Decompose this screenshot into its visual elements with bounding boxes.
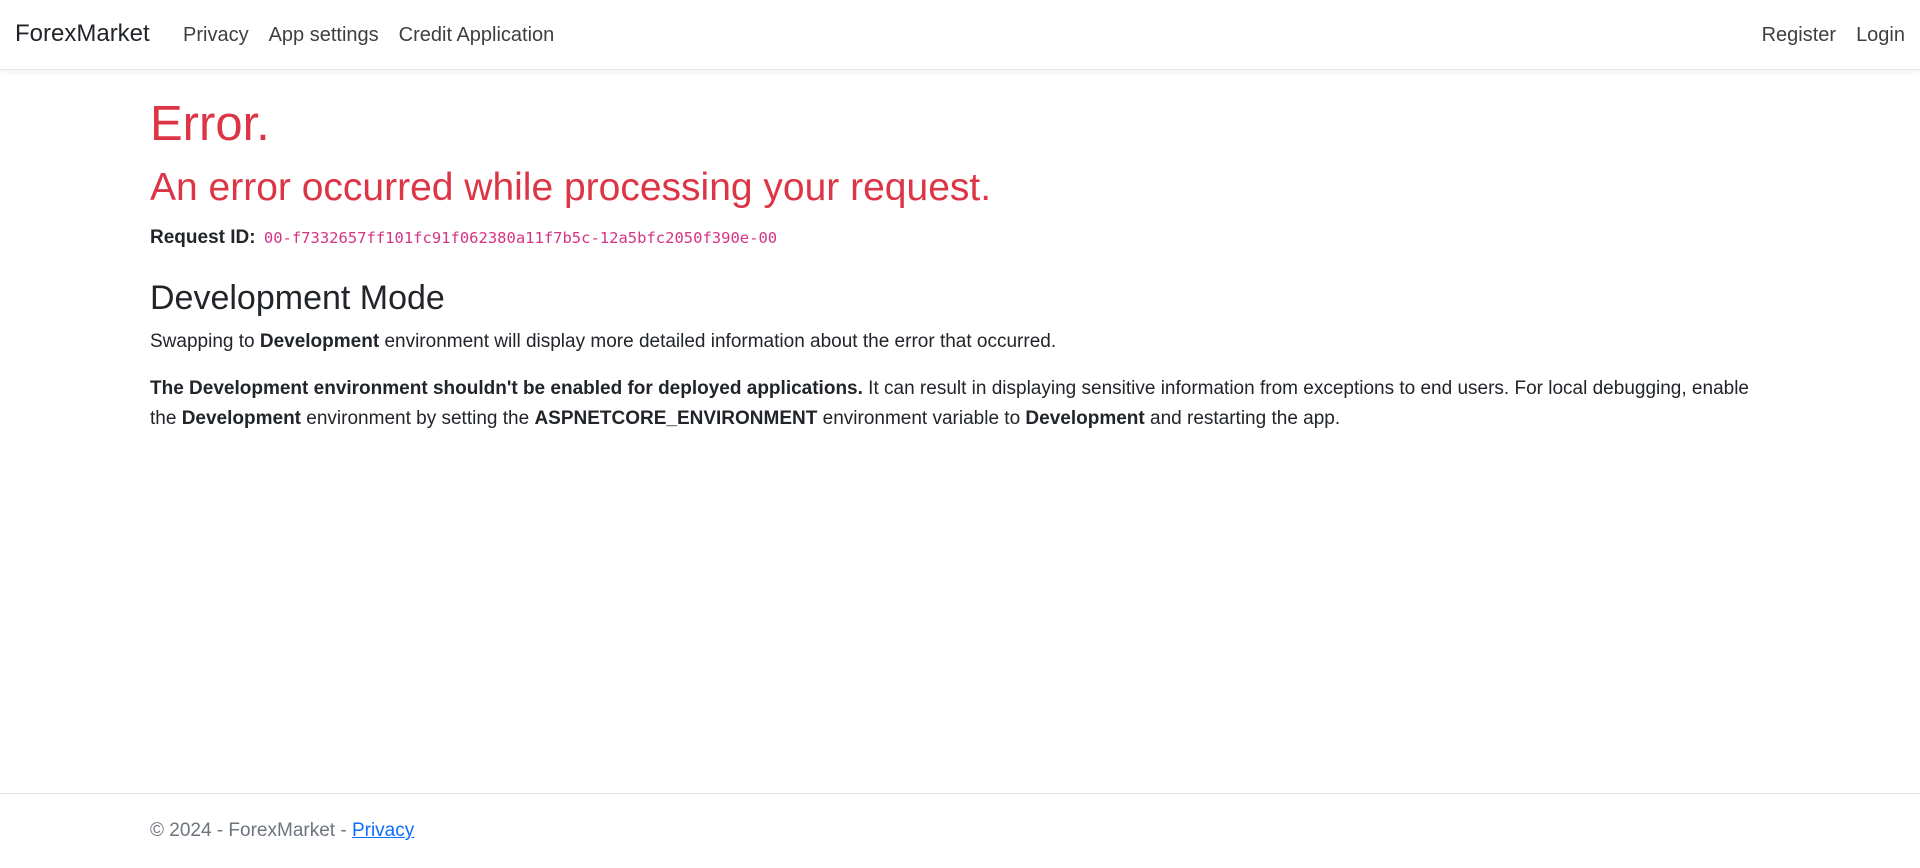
p2-bold-1: The Development environment shouldn't be… [150, 378, 863, 399]
request-id-label: Request ID: [150, 227, 256, 248]
footer-privacy-link[interactable]: Privacy [352, 820, 414, 841]
error-subtitle: An error occurred while processing your … [150, 166, 992, 209]
warning-paragraph: The Development environment shouldn't be… [150, 374, 1770, 434]
p2-bold-2: Development [181, 408, 302, 429]
nav-link-register[interactable]: Register [1762, 24, 1836, 47]
brand-link[interactable]: ForexMarket [15, 20, 150, 48]
footer-text-block: © 2024 - ForexMarket - Privacy [150, 820, 414, 842]
nav-link-login[interactable]: Login [1856, 24, 1905, 47]
p2-bold-4: Development [1025, 408, 1145, 429]
main-content: Error. An error occurred while processin… [150, 95, 1770, 434]
request-id-value: 00-f7332657ff101fc91f062380a11f7b5c-12a5… [263, 229, 778, 247]
p2-bold-3: ASPNETCORE_ENVIRONMENT [534, 408, 818, 429]
p1-bold: Development [259, 331, 380, 352]
p2-text-4: and restarting the app. [1144, 408, 1341, 429]
nav-right: Register Login [1742, 24, 1920, 47]
request-id-line: Request ID: 00-f7332657ff101fc91f062380a… [150, 225, 1770, 251]
nav-link-privacy[interactable]: Privacy [183, 24, 249, 47]
development-mode-paragraph: Swapping to Development environment will… [150, 327, 1770, 357]
footer-copyright: © 2024 - ForexMarket - [150, 820, 352, 841]
nav-left: Privacy App settings Credit Application [183, 24, 574, 47]
development-mode-heading: Development Mode [150, 279, 445, 317]
p2-text-2: environment by setting the [301, 408, 535, 429]
top-navbar: ForexMarket Privacy App settings Credit … [0, 0, 1920, 70]
p1-before: Swapping to [150, 331, 260, 352]
p2-text-3: environment variable to [817, 408, 1026, 429]
nav-link-app-settings[interactable]: App settings [269, 24, 379, 47]
page-footer: © 2024 - ForexMarket - Privacy [0, 793, 1920, 868]
p1-after: environment will display more detailed i… [379, 331, 1057, 352]
nav-link-credit-application[interactable]: Credit Application [399, 24, 555, 47]
error-title: Error. [150, 97, 270, 151]
